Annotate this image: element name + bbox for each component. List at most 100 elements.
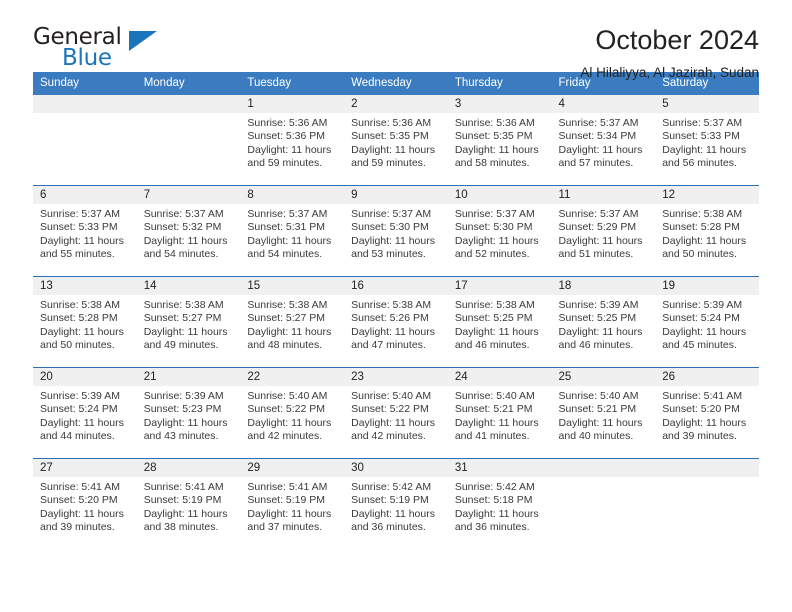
general-blue-logo[interactable]: General Blue <box>33 26 203 74</box>
day-cell-content <box>551 459 656 549</box>
sunset-time: Sunset: 5:24 PM <box>40 403 118 416</box>
day-cell-content: 10 Sunrise: 5:37 AM Sunset: 5:30 PM Dayligh… <box>447 186 552 276</box>
calendar-day-cell[interactable]: 27 Sunrise: 5:41 AM Sunset: 5:20 PM Dayligh… <box>33 458 137 549</box>
sunset-time: Sunset: 5:21 PM <box>454 403 533 416</box>
calendar-day-cell[interactable]: 18 Sunrise: 5:39 AM Sunset: 5:25 PM Dayligh… <box>551 276 656 368</box>
calendar-day-cell[interactable]: 25 Sunrise: 5:40 AM Sunset: 5:21 PM Dayligh… <box>551 367 656 459</box>
daylight-duration-line2: and 57 minutes. <box>558 157 634 170</box>
day-details: Sunrise: 5:36 AM Sunset: 5:36 PM Daylight:… <box>240 113 344 171</box>
daylight-duration-line2: and 58 minutes. <box>454 157 530 170</box>
day-cell-content: 16 Sunrise: 5:38 AM Sunset: 5:26 PM Dayligh… <box>344 277 448 367</box>
calendar-day-cell[interactable]: 14 Sunrise: 5:38 AM Sunset: 5:27 PM Dayligh… <box>136 276 241 368</box>
triangle-icon <box>129 31 157 51</box>
calendar-day-cell[interactable]: 5 Sunrise: 5:37 AM Sunset: 5:33 PM Daylight… <box>655 95 759 186</box>
day-cell-content: 23 Sunrise: 5:40 AM Sunset: 5:22 PM Dayligh… <box>344 368 448 458</box>
calendar-day-cell[interactable]: 29 Sunrise: 5:41 AM Sunset: 5:19 PM Dayligh… <box>240 458 345 549</box>
calendar-day-cell[interactable]: 20 Sunrise: 5:39 AM Sunset: 5:24 PM Dayligh… <box>33 367 137 459</box>
daylight-duration-line1: Daylight: 11 hours <box>558 234 643 247</box>
sunset-time: Sunset: 5:20 PM <box>40 494 118 507</box>
day-details: Sunrise: 5:38 AM Sunset: 5:28 PM Daylight:… <box>33 295 137 353</box>
daylight-duration-line1: Daylight: 11 hours <box>247 143 332 156</box>
calendar-day-cell[interactable]: 13 Sunrise: 5:38 AM Sunset: 5:28 PM Dayligh… <box>33 276 137 368</box>
sunrise-time: Sunrise: 5:38 AM <box>40 299 120 311</box>
day-details: Sunrise: 5:37 AM Sunset: 5:32 PM Daylight:… <box>137 204 241 262</box>
day-cell-content: 26 Sunrise: 5:41 AM Sunset: 5:20 PM Dayligh… <box>655 368 759 458</box>
day-details: Sunrise: 5:37 AM Sunset: 5:29 PM Daylight:… <box>552 204 656 262</box>
calendar-day-cell[interactable]: 7 Sunrise: 5:37 AM Sunset: 5:32 PM Daylight… <box>136 185 241 277</box>
daylight-duration-line2: and 50 minutes. <box>40 339 115 352</box>
calendar-day-cell[interactable]: 19 Sunrise: 5:39 AM Sunset: 5:24 PM Dayligh… <box>655 276 759 368</box>
daylight-duration-line2: and 47 minutes. <box>351 339 426 352</box>
day-cell-content: 15 Sunrise: 5:38 AM Sunset: 5:27 PM Dayligh… <box>240 277 345 367</box>
day-number <box>136 95 241 113</box>
calendar-day-cell[interactable]: 11 Sunrise: 5:37 AM Sunset: 5:29 PM Dayligh… <box>551 185 656 277</box>
sunset-time: Sunset: 5:32 PM <box>143 221 222 234</box>
day-details: Sunrise: 5:39 AM Sunset: 5:23 PM Daylight:… <box>137 386 241 444</box>
calendar-empty-cell <box>33 95 137 186</box>
daylight-duration-line1: Daylight: 11 hours <box>40 234 124 247</box>
sunrise-time: Sunrise: 5:36 AM <box>454 117 535 129</box>
sunset-time: Sunset: 5:27 PM <box>143 312 222 325</box>
day-number: 15 <box>240 277 345 295</box>
calendar-day-cell[interactable]: 15 Sunrise: 5:38 AM Sunset: 5:27 PM Dayligh… <box>240 276 345 368</box>
daylight-duration-line1: Daylight: 11 hours <box>558 325 643 338</box>
sunset-time: Sunset: 5:30 PM <box>351 221 429 234</box>
calendar-day-cell[interactable]: 21 Sunrise: 5:39 AM Sunset: 5:23 PM Dayligh… <box>136 367 241 459</box>
day-details: Sunrise: 5:38 AM Sunset: 5:25 PM Daylight:… <box>448 295 552 353</box>
calendar-day-cell[interactable]: 3 Sunrise: 5:36 AM Sunset: 5:35 PM Daylight… <box>447 95 552 186</box>
day-number: 2 <box>344 95 448 113</box>
sunset-time: Sunset: 5:19 PM <box>247 494 326 507</box>
calendar-day-cell[interactable]: 26 Sunrise: 5:41 AM Sunset: 5:20 PM Dayligh… <box>655 367 759 459</box>
daylight-duration-line2: and 49 minutes. <box>143 339 219 352</box>
sunrise-time: Sunrise: 5:39 AM <box>143 390 224 402</box>
day-cell-content: 6 Sunrise: 5:37 AM Sunset: 5:33 PM Daylight… <box>33 186 137 276</box>
daylight-duration-line1: Daylight: 11 hours <box>143 507 228 520</box>
day-cell-content: 8 Sunrise: 5:37 AM Sunset: 5:31 PM Daylight… <box>240 186 345 276</box>
day-cell-content: 13 Sunrise: 5:38 AM Sunset: 5:28 PM Dayligh… <box>33 277 137 367</box>
calendar-day-cell[interactable]: 4 Sunrise: 5:37 AM Sunset: 5:34 PM Daylight… <box>551 95 656 186</box>
calendar-day-cell[interactable]: 24 Sunrise: 5:40 AM Sunset: 5:21 PM Dayligh… <box>447 367 552 459</box>
daylight-duration-line2: and 38 minutes. <box>143 521 219 534</box>
daylight-duration-line2: and 37 minutes. <box>247 521 323 534</box>
daylight-duration-line1: Daylight: 11 hours <box>662 143 747 156</box>
sunset-time: Sunset: 5:19 PM <box>143 494 222 507</box>
sunset-time: Sunset: 5:35 PM <box>351 130 429 143</box>
day-number: 19 <box>655 277 759 295</box>
day-number <box>33 95 137 113</box>
day-cell-content: 5 Sunrise: 5:37 AM Sunset: 5:33 PM Daylight… <box>655 95 759 185</box>
calendar-day-cell[interactable]: 12 Sunrise: 5:38 AM Sunset: 5:28 PM Dayligh… <box>655 185 759 277</box>
calendar-day-cell[interactable]: 8 Sunrise: 5:37 AM Sunset: 5:31 PM Daylight… <box>240 185 345 277</box>
calendar-day-cell[interactable]: 22 Sunrise: 5:40 AM Sunset: 5:22 PM Dayligh… <box>240 367 345 459</box>
sunrise-time: Sunrise: 5:38 AM <box>454 299 535 311</box>
daylight-duration-line1: Daylight: 11 hours <box>351 143 435 156</box>
sunset-time: Sunset: 5:20 PM <box>662 403 740 416</box>
day-details <box>137 113 241 117</box>
daylight-duration-line2: and 53 minutes. <box>351 248 426 261</box>
sunset-time: Sunset: 5:18 PM <box>454 494 533 507</box>
day-details: Sunrise: 5:36 AM Sunset: 5:35 PM Daylight:… <box>344 113 448 171</box>
calendar-day-cell[interactable]: 1 Sunrise: 5:36 AM Sunset: 5:36 PM Daylight… <box>240 95 345 186</box>
sunset-time: Sunset: 5:25 PM <box>454 312 533 325</box>
day-number <box>655 459 759 477</box>
sunrise-time: Sunrise: 5:39 AM <box>40 390 120 402</box>
day-details: Sunrise: 5:41 AM Sunset: 5:20 PM Daylight:… <box>655 386 759 444</box>
daylight-duration-line1: Daylight: 11 hours <box>143 325 228 338</box>
calendar-day-cell[interactable]: 17 Sunrise: 5:38 AM Sunset: 5:25 PM Dayligh… <box>447 276 552 368</box>
calendar-day-cell[interactable]: 30 Sunrise: 5:42 AM Sunset: 5:19 PM Dayligh… <box>344 458 448 549</box>
calendar-day-cell[interactable]: 31 Sunrise: 5:42 AM Sunset: 5:18 PM Dayligh… <box>447 458 552 549</box>
calendar-day-cell[interactable]: 9 Sunrise: 5:37 AM Sunset: 5:30 PM Daylight… <box>344 185 448 277</box>
sunrise-time: Sunrise: 5:39 AM <box>558 299 639 311</box>
calendar-day-cell[interactable]: 6 Sunrise: 5:37 AM Sunset: 5:33 PM Daylight… <box>33 185 137 277</box>
daylight-duration-line2: and 36 minutes. <box>351 521 426 534</box>
calendar-day-cell[interactable]: 10 Sunrise: 5:37 AM Sunset: 5:30 PM Dayligh… <box>447 185 552 277</box>
daylight-duration-line2: and 42 minutes. <box>247 430 323 443</box>
daylight-duration-line1: Daylight: 11 hours <box>351 416 435 429</box>
calendar-day-cell[interactable]: 16 Sunrise: 5:38 AM Sunset: 5:26 PM Dayligh… <box>344 276 448 368</box>
day-number: 10 <box>447 186 552 204</box>
calendar-day-cell[interactable]: 2 Sunrise: 5:36 AM Sunset: 5:35 PM Daylight… <box>344 95 448 186</box>
calendar-day-cell[interactable]: 28 Sunrise: 5:41 AM Sunset: 5:19 PM Dayligh… <box>136 458 241 549</box>
logo-text-blue: Blue <box>62 45 112 71</box>
calendar-day-cell[interactable]: 23 Sunrise: 5:40 AM Sunset: 5:22 PM Dayligh… <box>344 367 448 459</box>
calendar-week-row: 27 Sunrise: 5:41 AM Sunset: 5:20 PM Dayligh… <box>33 458 759 549</box>
daylight-duration-line1: Daylight: 11 hours <box>40 416 124 429</box>
